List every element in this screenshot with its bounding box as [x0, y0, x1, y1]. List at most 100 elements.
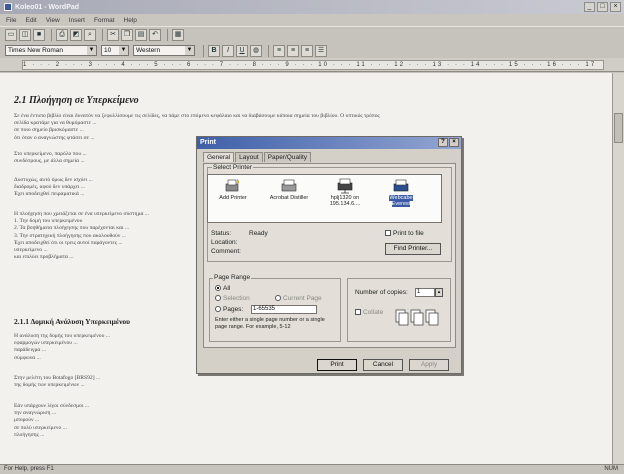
title-bar: Koleo01 - WordPad _ □ ×: [0, 0, 624, 14]
toolbar-separator: [102, 29, 103, 41]
find-printer-button[interactable]: Find Printer...: [385, 243, 441, 255]
copies-spinner[interactable]: ▴: [435, 288, 443, 297]
print-icon[interactable]: ⎙: [56, 29, 68, 41]
tab-paper-quality[interactable]: Paper/Quality: [263, 152, 312, 162]
chevron-down-icon: ▼: [119, 46, 128, 55]
paste-icon[interactable]: ▤: [135, 29, 147, 41]
ruler-scale: 1 · · · 2 · · · 3 · · · 4 · · · 5 · · · …: [22, 60, 604, 70]
page-range-hint: Enter either a single page number or a s…: [215, 317, 325, 330]
pages-radio[interactable]: Pages:: [215, 306, 243, 313]
insert-date-icon[interactable]: ▦: [172, 29, 184, 41]
minimize-button[interactable]: _: [584, 2, 595, 12]
find-icon[interactable]: ⌕: [84, 29, 96, 41]
help-icon[interactable]: ?: [438, 138, 448, 147]
apply-button[interactable]: Apply: [409, 359, 449, 371]
save-icon[interactable]: ■: [33, 29, 45, 41]
copies-label: Number of copies:: [355, 289, 408, 296]
num-lock-indicator: NUM: [604, 466, 618, 472]
text-line: Εάν υπάρχουν λίγοι σύνδεσμοι ...: [14, 403, 90, 409]
underline-icon[interactable]: U: [236, 44, 248, 57]
select-printer-label: Select Printer: [212, 164, 254, 171]
current-page-radio[interactable]: Current Page: [275, 295, 322, 302]
new-icon[interactable]: ▭: [5, 29, 17, 41]
scroll-thumb[interactable]: [614, 113, 623, 143]
text-line: σελίδα κρατάμε για να θυμόμαστε ...: [14, 120, 97, 127]
text-line: Σε ένα έντυπο βιβλίο είναι δυνατόν να ξε…: [14, 113, 380, 119]
menu-view[interactable]: View: [46, 17, 60, 24]
printer-item[interactable]: Acrobat Distiller: [268, 178, 310, 222]
print-to-file-label: Print to file: [393, 230, 424, 237]
printer-name: Add Printer: [219, 195, 247, 201]
printer-list[interactable]: Add Printer Acrobat Distiller hplj1320 o…: [207, 174, 442, 223]
all-label: All: [223, 285, 231, 292]
printer-icon: [281, 179, 297, 192]
window-title: Koleo01 - WordPad: [15, 3, 80, 11]
menu-file[interactable]: File: [6, 17, 16, 24]
text-line: την αναγνώριση ...: [14, 410, 57, 417]
print-to-file-checkbox[interactable]: Print to file: [385, 230, 424, 237]
print-dialog: Print ? × General Layout Paper/Quality S…: [196, 136, 462, 374]
printer-item-selected[interactable]: Webcabe Everest: [380, 178, 422, 222]
close-icon[interactable]: ×: [449, 138, 459, 147]
text-line: πλοήγησης ...: [14, 431, 45, 438]
printer-name: Webcabe Everest: [389, 195, 413, 207]
font-size-select[interactable]: 10 ▼: [101, 45, 129, 56]
tab-layout[interactable]: Layout: [235, 152, 263, 162]
status-help-text: For Help, press F1: [4, 466, 54, 472]
status-bar: For Help, press F1 NUM: [0, 464, 624, 474]
paragraph-6: Στην μελέτη του Botafogo [BRS92] ... της…: [14, 375, 600, 389]
collate-checkbox[interactable]: Collate: [355, 309, 383, 316]
collate-pages-icon: [395, 309, 439, 326]
radio-dot: [215, 295, 221, 302]
pages-input[interactable]: 1-65535: [251, 305, 317, 314]
align-left-icon[interactable]: ≡: [273, 44, 285, 57]
selection-label: Selection: [223, 295, 250, 302]
cut-icon[interactable]: ✂: [107, 29, 119, 41]
menu-insert[interactable]: Insert: [69, 17, 85, 24]
all-radio[interactable]: All: [215, 285, 230, 292]
font-size-value: 10: [104, 47, 112, 54]
cancel-button[interactable]: Cancel: [363, 359, 403, 371]
dialog-tabs: General Layout Paper/Quality: [203, 152, 312, 162]
color-icon[interactable]: ◍: [250, 44, 262, 57]
format-toolbar: Times New Roman ▼ 10 ▼ Western ▼ B I U ◍…: [0, 43, 624, 58]
maximize-button[interactable]: □: [597, 2, 608, 12]
toolbar-separator: [167, 29, 168, 41]
print-button[interactable]: Print: [317, 359, 357, 371]
selection-radio[interactable]: Selection: [215, 295, 250, 302]
print-preview-icon[interactable]: ◩: [70, 29, 82, 41]
comment-label: Comment:: [211, 248, 241, 255]
printer-item[interactable]: Add Printer: [212, 178, 254, 222]
bullets-icon[interactable]: ☰: [315, 44, 327, 57]
toolbar-separator: [203, 44, 204, 57]
text-line: σε πολύ υπερκείμενο ...: [14, 424, 67, 431]
script-select[interactable]: Western ▼: [133, 45, 195, 56]
text-line: μπορούν ...: [14, 417, 40, 424]
menu-help[interactable]: Help: [124, 17, 137, 24]
undo-icon[interactable]: ↶: [149, 29, 161, 41]
copies-input[interactable]: 1: [415, 288, 435, 297]
copy-icon[interactable]: ❐: [121, 29, 133, 41]
ruler[interactable]: 1 · · · 2 · · · 3 · · · 4 · · · 5 · · · …: [0, 58, 624, 72]
menu-edit[interactable]: Edit: [25, 17, 36, 24]
vertical-scrollbar[interactable]: [612, 73, 624, 464]
bold-icon[interactable]: B: [208, 44, 220, 57]
open-icon[interactable]: ◫: [19, 29, 31, 41]
font-value: Times New Roman: [8, 47, 64, 54]
align-center-icon[interactable]: ≡: [287, 44, 299, 57]
network-printer-icon: [337, 178, 353, 194]
section-heading: 2.1 Πλοήγηση σε Υπερκείμενο: [14, 95, 139, 106]
font-select[interactable]: Times New Roman ▼: [5, 45, 97, 56]
collate-label: Collate: [363, 309, 384, 316]
text-line: σε ποιο σημείο βρισκόμαστε ...: [14, 127, 84, 134]
tab-general[interactable]: General: [203, 152, 235, 162]
menu-format[interactable]: Format: [94, 17, 115, 24]
italic-icon[interactable]: I: [222, 44, 234, 57]
printer-item[interactable]: hplj1320 on 195.134.6....: [324, 178, 366, 222]
align-right-icon[interactable]: ≡: [301, 44, 313, 57]
standard-toolbar: ▭ ◫ ■ ⎙ ◩ ⌕ ✂ ❐ ▤ ↶ ▦: [0, 26, 624, 43]
close-button[interactable]: ×: [610, 2, 621, 12]
chevron-down-icon: ▼: [87, 46, 96, 55]
current-page-label: Current Page: [283, 295, 322, 302]
pages-label: Pages:: [223, 306, 244, 313]
